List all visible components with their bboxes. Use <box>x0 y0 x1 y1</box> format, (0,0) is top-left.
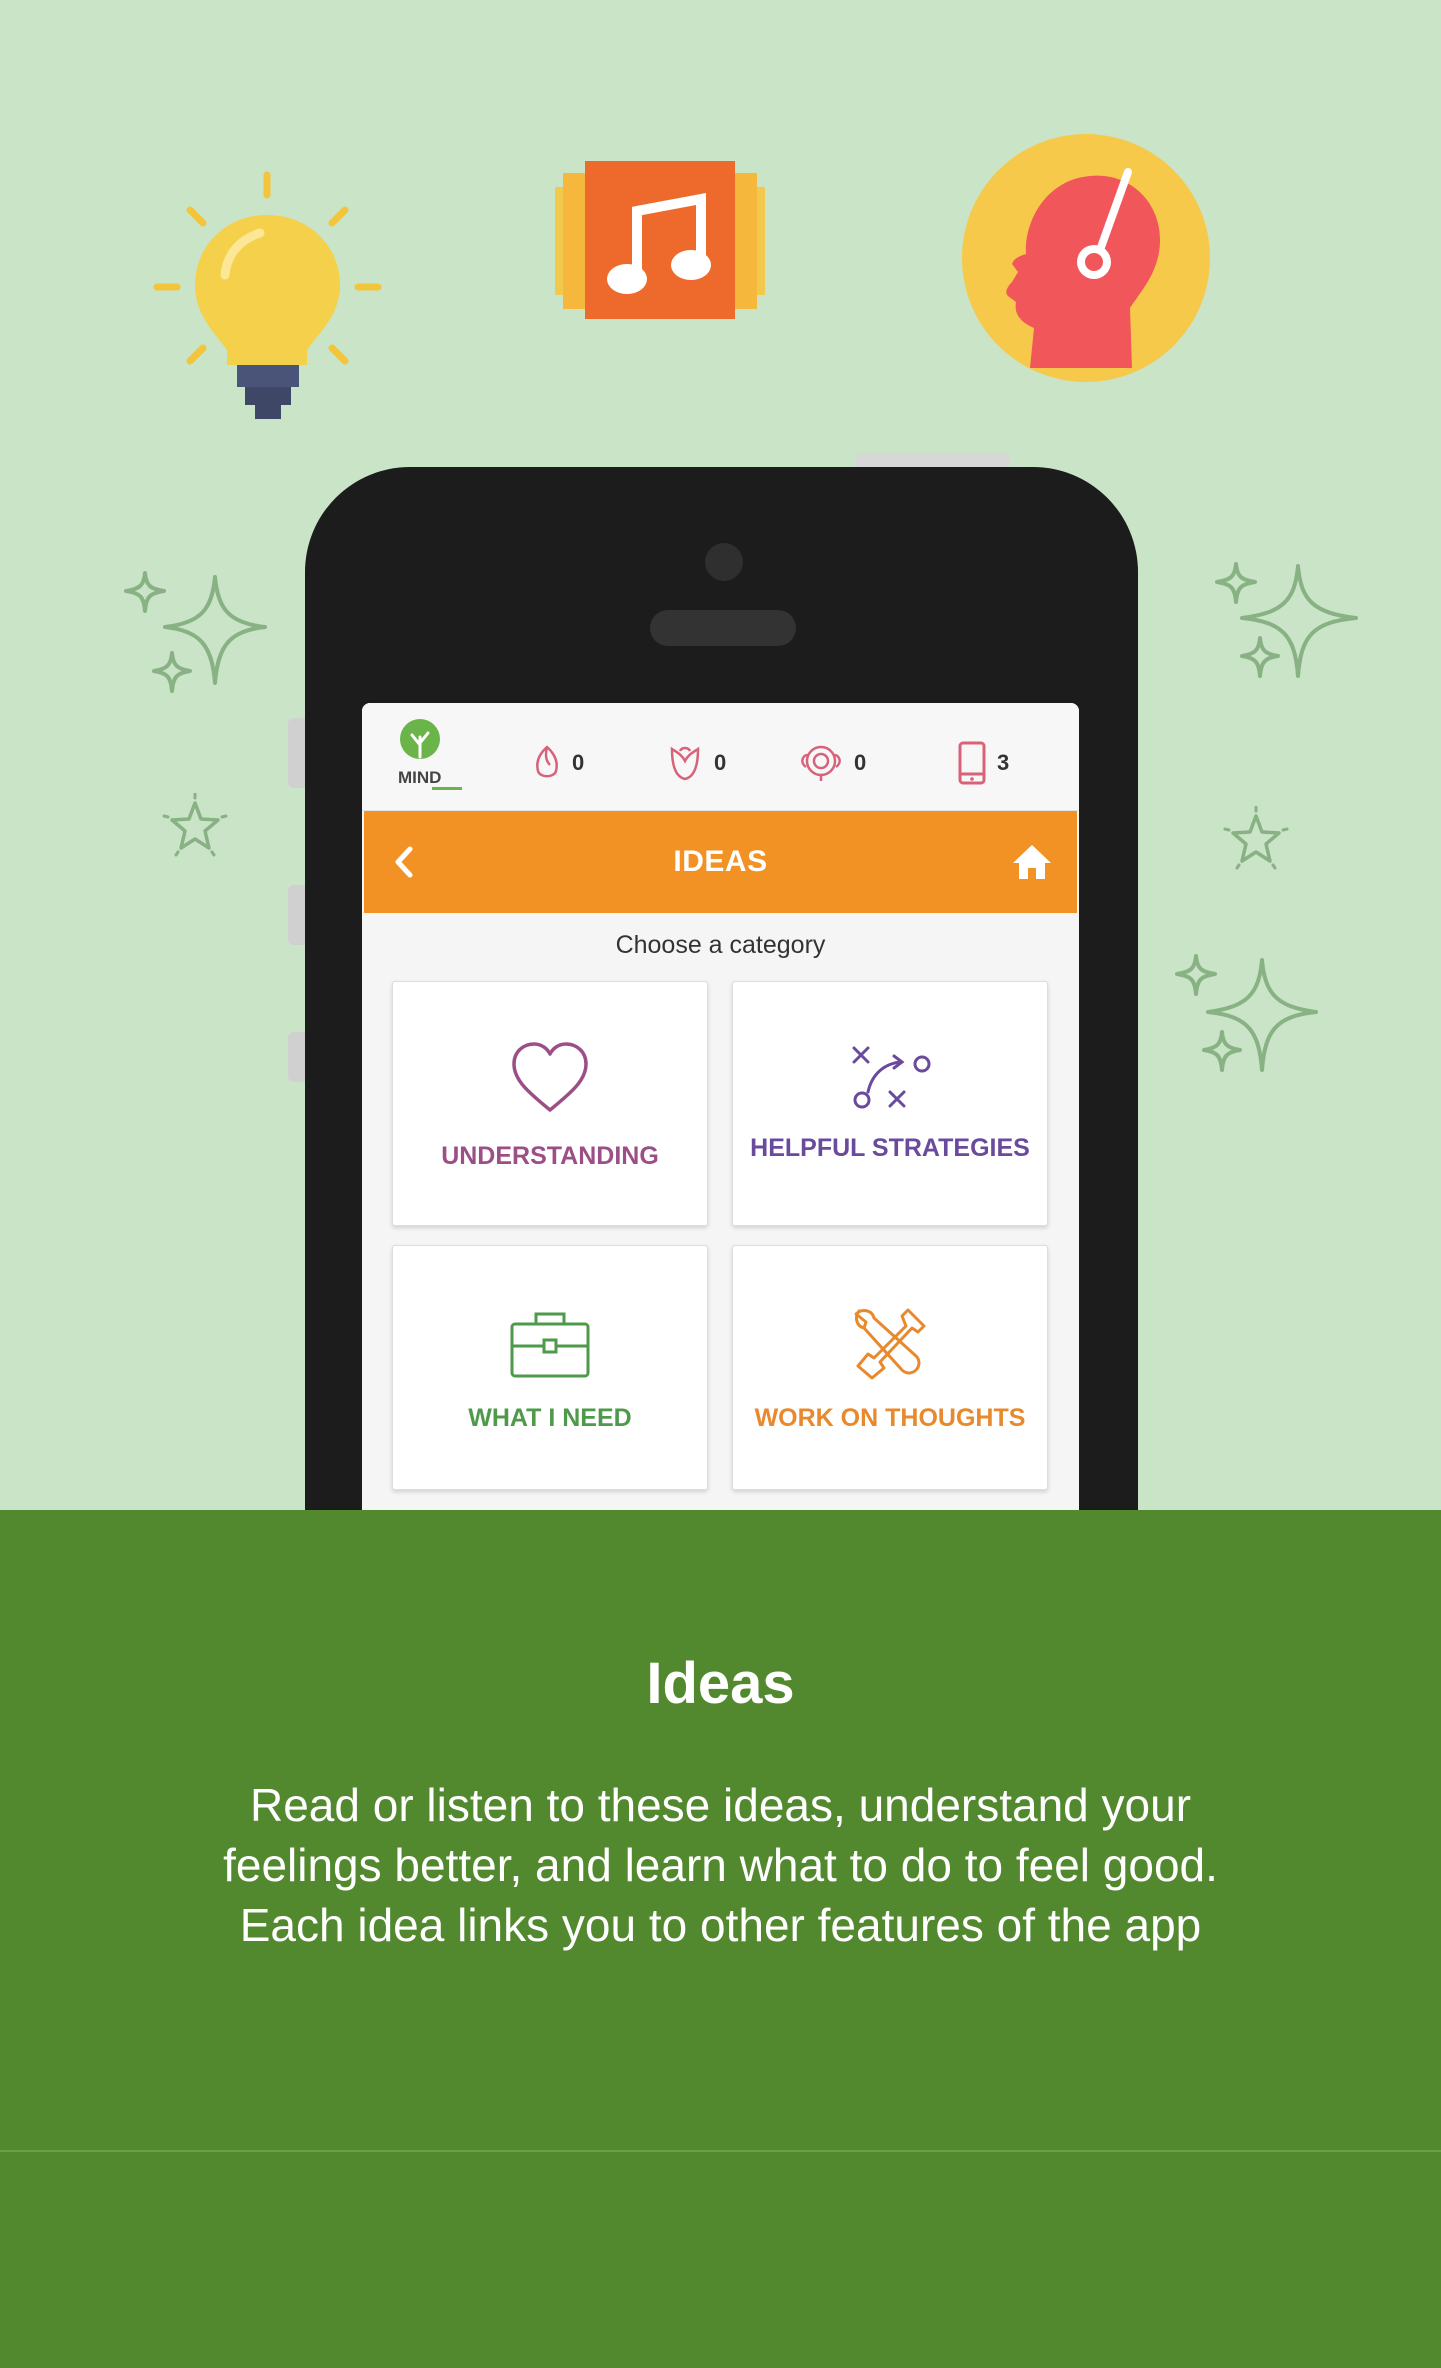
app-header: IDEAS <box>364 811 1077 913</box>
phone-camera <box>705 543 743 581</box>
lightbulb-icon <box>153 171 382 419</box>
briefcase-icon <box>510 1312 590 1378</box>
heart-icon <box>512 1042 588 1112</box>
rose-count: 0 <box>854 750 867 775</box>
category-label: WORK ON THOUGHTS <box>754 1404 1026 1432</box>
sparkle-icon <box>124 571 267 693</box>
rosebud-icon <box>536 745 558 778</box>
star-outline-icon <box>162 793 228 857</box>
star-outline-icon <box>1223 806 1289 870</box>
rose-icon <box>801 745 841 781</box>
category-label: UNDERSTANDING <box>441 1142 659 1170</box>
caption-title: Ideas <box>646 1651 795 1716</box>
rosebud-count: 0 <box>572 750 585 775</box>
mind-logo: MIND <box>398 719 462 790</box>
tulip-counter[interactable]: 0 <box>666 741 726 785</box>
tulip-count: 0 <box>714 750 727 775</box>
caption-line: Each idea links you to other features of… <box>239 1899 1202 1951</box>
rosebud-counter[interactable]: 0 <box>532 741 584 785</box>
category-label: HELPFUL STRATEGIES <box>750 1134 1030 1162</box>
music-note-icon <box>555 161 765 319</box>
caption-body: Read or listen to these ideas, understan… <box>120 1775 1321 1955</box>
svg-text:MIND: MIND <box>398 768 441 787</box>
phone-count: 3 <box>997 750 1010 775</box>
headphones-head-icon <box>962 134 1210 382</box>
category-label: WHAT I NEED <box>468 1404 632 1432</box>
tools-icon <box>854 1308 926 1380</box>
caption-line: Read or listen to these ideas, understan… <box>249 1779 1192 1831</box>
tulip-icon <box>670 746 700 781</box>
category-card-work-on-thoughts[interactable]: WORK ON THOUGHTS <box>732 1245 1048 1490</box>
page-title: IDEAS <box>673 845 768 878</box>
app-screen: MIND 0 0 0 3 IDEAS Choose a category UND… <box>362 703 1079 1510</box>
category-card-helpful-strategies[interactable]: HELPFUL STRATEGIES <box>732 981 1048 1226</box>
category-prompt: Choose a category <box>615 931 826 959</box>
category-card-what-i-need[interactable]: WHAT I NEED <box>392 1245 708 1490</box>
phone-speaker <box>650 610 796 646</box>
phone-icon <box>958 741 986 785</box>
home-icon[interactable] <box>1009 839 1055 885</box>
phone-counter[interactable]: 3 <box>957 741 1009 785</box>
divider <box>0 2150 1441 2152</box>
sparkle-icon <box>1215 562 1358 678</box>
category-card-understanding[interactable]: UNDERSTANDING <box>392 981 708 1226</box>
caption-line: feelings better, and learn what to do to… <box>223 1839 1218 1891</box>
strategy-icon <box>852 1046 931 1109</box>
rose-counter[interactable]: 0 <box>798 741 866 785</box>
sparkle-icon <box>1175 954 1318 1072</box>
status-bar: MIND 0 0 0 3 <box>362 703 1079 811</box>
illustration-area: MIND 0 0 0 3 IDEAS Choose a category UND… <box>0 0 1441 1510</box>
